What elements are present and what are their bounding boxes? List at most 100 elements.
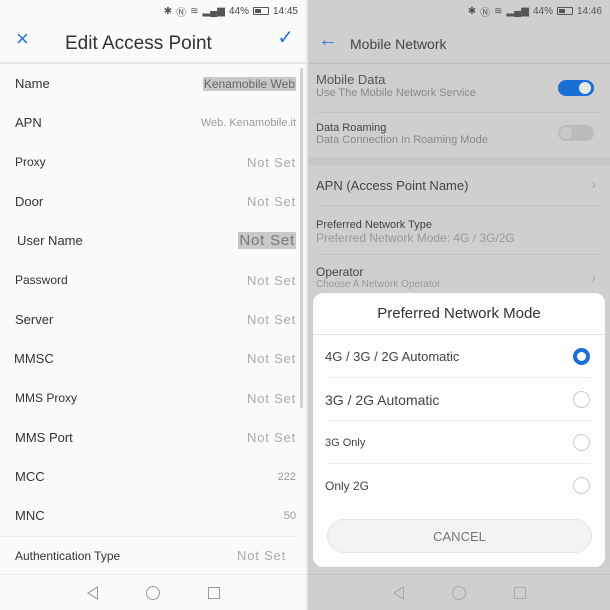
field-mnc[interactable]: MNC 50 [0, 496, 306, 535]
option-3g-2g-auto[interactable]: 3G / 2G Automatic [313, 378, 605, 421]
nfc-icon: Ⓝ [176, 7, 187, 19]
field-label: Server [15, 311, 54, 327]
page-title: Mobile Network [350, 36, 447, 52]
chevron-right-icon: › [591, 269, 596, 285]
field-mms-port[interactable]: MMS Port Not Set [0, 418, 306, 457]
close-icon[interactable]: × [16, 28, 29, 50]
radio-unselected[interactable] [573, 391, 590, 408]
setting-apn[interactable]: APN (Access Point Name) › [308, 165, 610, 205]
setting-title: Mobile Data [316, 72, 386, 87]
setting-title: Data Roaming [316, 122, 387, 134]
edit-access-point-screen: ✱ Ⓝ ≋ ▂▄▆ 44% 14:45 × Edit Access Point … [0, 0, 306, 610]
battery-percent: 44% [532, 5, 553, 17]
nav-back-icon[interactable] [86, 585, 98, 600]
bluetooth-icon: ✱ [163, 5, 173, 17]
field-label: MMSC [14, 351, 54, 367]
field-port[interactable]: Door Not Set [0, 182, 306, 221]
signal-icon: ▂▄▆ [506, 5, 529, 17]
nav-back-icon[interactable] [392, 585, 404, 600]
toggle-knob [579, 82, 591, 94]
field-label: Password [15, 273, 68, 288]
apn-field-list: Name Kenamobile Web APN Web. Kenamobile.… [0, 64, 306, 575]
setting-subtitle: Use The Mobile Network Service [316, 87, 476, 99]
field-value: Not Set [247, 351, 296, 367]
field-proxy[interactable]: Proxy Not Set [0, 143, 306, 182]
battery-icon [252, 7, 269, 15]
field-value: Not Set [247, 154, 296, 170]
field-value: Not Set [238, 232, 296, 250]
radio-unselected[interactable] [573, 434, 590, 451]
wifi-icon: ≋ [494, 5, 503, 17]
back-arrow-icon[interactable]: ← [318, 30, 338, 50]
field-label: Authentication Type [15, 548, 121, 563]
cancel-button[interactable]: CANCEL [327, 519, 592, 553]
field-value: Not Set [247, 194, 296, 210]
field-password[interactable]: Password Not Set [0, 260, 306, 299]
confirm-check-icon[interactable]: ✓ [277, 28, 294, 48]
field-label: Door [15, 194, 44, 210]
setting-preferred-network-type[interactable]: Preferred Network Type Preferred Network… [308, 206, 610, 254]
field-value: Not Set [247, 429, 296, 445]
nav-home-icon[interactable] [451, 585, 466, 600]
field-server[interactable]: Server Not Set [0, 300, 306, 339]
field-authentication-type[interactable]: Authentication Type Not Set [0, 535, 296, 575]
nav-home-icon[interactable] [145, 585, 160, 600]
setting-subtitle: Choose A Network Operator [316, 279, 441, 290]
setting-subtitle: Data Connection In Roaming Mode [316, 134, 488, 146]
option-label: 3G Only [325, 436, 366, 449]
status-time: 14:45 [272, 5, 298, 17]
section-gap [308, 157, 610, 165]
field-label: MMS Proxy [15, 391, 78, 406]
scrollbar[interactable] [300, 68, 303, 408]
field-mmsc[interactable]: MMSC Not Set [0, 339, 306, 378]
option-label: 3G / 2G Automatic [325, 391, 440, 408]
setting-mobile-data[interactable]: Mobile Data Use The Mobile Network Servi… [308, 64, 610, 112]
navigation-bar [308, 574, 610, 610]
option-label: 4G / 3G / 2G Automatic [325, 349, 460, 364]
field-mcc[interactable]: MCC 222 [0, 457, 306, 496]
nav-recents-icon[interactable] [513, 586, 526, 599]
navigation-bar [0, 574, 306, 610]
field-label: MMS Port [15, 429, 73, 445]
setting-data-roaming[interactable]: Data Roaming Data Connection In Roaming … [308, 113, 610, 157]
battery-icon [556, 7, 573, 15]
setting-title: Preferred Network Type [316, 219, 432, 231]
option-4g-3g-2g-auto[interactable]: 4G / 3G / 2G Automatic [313, 335, 605, 378]
field-label: APN [15, 115, 42, 131]
field-label: Proxy [15, 155, 46, 170]
setting-title: Operator [316, 265, 364, 279]
field-label: MNC [15, 508, 45, 524]
dialog-title: Preferred Network Mode [313, 293, 605, 335]
field-value: Not Set [247, 272, 296, 288]
page-title: Edit Access Point [65, 33, 212, 54]
mobile-network-screen: ✱ Ⓝ ≋ ▂▄▆ 44% 14:46 ← Mobile Network Mob… [308, 0, 610, 610]
app-bar: ← Mobile Network [308, 22, 610, 64]
option-3g-only[interactable]: 3G Only [313, 421, 605, 464]
app-bar: × Edit Access Point ✓ [0, 22, 306, 64]
field-value: 50 [283, 509, 296, 522]
field-user-name[interactable]: User Name Not Set [0, 221, 306, 260]
setting-operator[interactable]: Operator Choose A Network Operator › [308, 255, 610, 295]
option-label: Only 2G [325, 478, 370, 493]
battery-percent: 44% [228, 5, 249, 17]
field-value: Web. Kenamobile.it [200, 116, 296, 129]
status-bar: ✱ Ⓝ ≋ ▂▄▆ 44% 14:45 [0, 0, 306, 22]
radio-selected[interactable] [573, 348, 590, 365]
toggle-knob [560, 127, 572, 139]
mobile-data-toggle[interactable] [558, 80, 594, 96]
data-roaming-toggle[interactable] [558, 125, 594, 141]
field-value: Kenamobile Web [202, 76, 296, 91]
field-value: 222 [277, 470, 296, 483]
nav-recents-icon[interactable] [207, 586, 220, 599]
field-label: User Name [17, 233, 83, 249]
radio-unselected[interactable] [573, 477, 590, 494]
field-value: Not Set [247, 311, 296, 327]
setting-subtitle: Preferred Network Mode: 4G / 3G/2G [316, 231, 515, 245]
field-apn[interactable]: APN Web. Kenamobile.it [0, 103, 306, 142]
option-2g-only[interactable]: Only 2G [313, 464, 605, 507]
field-mms-proxy[interactable]: MMS Proxy Not Set [0, 378, 306, 417]
wifi-icon: ≋ [190, 5, 199, 17]
status-time: 14:46 [576, 5, 602, 17]
setting-title: APN (Access Point Name) [316, 178, 469, 193]
field-name[interactable]: Name Kenamobile Web [0, 64, 306, 103]
